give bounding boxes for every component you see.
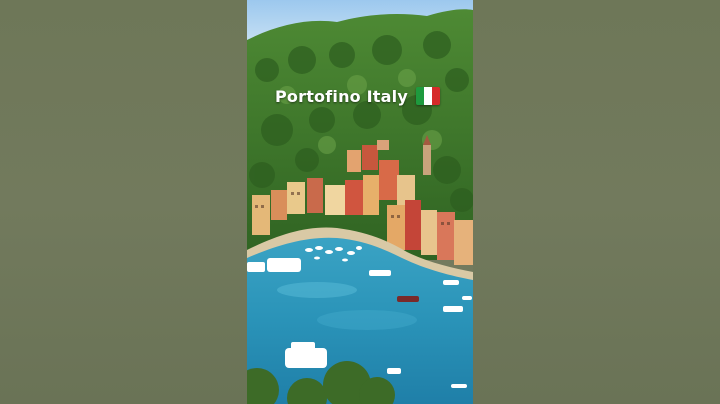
italy-flag-icon: [415, 87, 440, 105]
video-frame: Portofino Italy: [0, 0, 720, 404]
blurred-background-right: [473, 0, 720, 404]
portofino-harbor-photo: [247, 0, 473, 404]
video-caption: Portofino Italy: [275, 84, 440, 108]
caption-text: Portofino Italy: [275, 86, 408, 106]
blurred-background-left: [0, 0, 247, 404]
